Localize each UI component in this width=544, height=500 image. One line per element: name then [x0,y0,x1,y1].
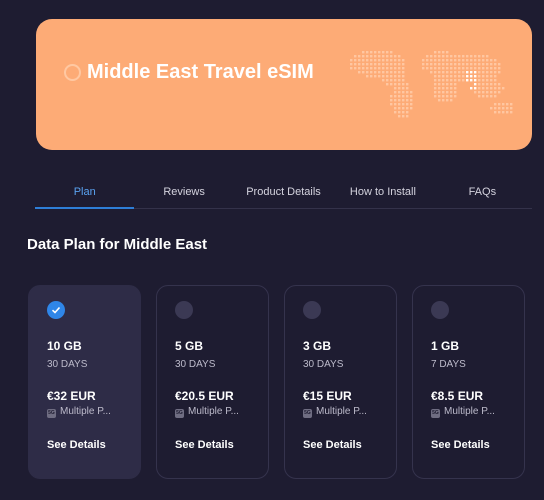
5g-icon: 5G [431,409,440,418]
plan-card-1gb[interactable]: 1 GB 7 DAYS €8.5 EUR 5G Multiple P... See… [412,285,525,479]
5g-icon: 5G [47,409,56,418]
see-details-link[interactable]: See Details [303,439,362,451]
plan-data: 5 GB [175,339,204,353]
check-icon [51,306,61,314]
tab-faqs[interactable]: FAQs [433,178,532,208]
plan-price: €8.5 EUR [431,389,484,403]
plan-network: 5G Multiple P... [47,406,111,418]
plan-card-5gb[interactable]: 5 GB 30 DAYS €20.5 EUR 5G Multiple P... S… [156,285,269,479]
5g-icon: 5G [175,409,184,418]
plan-price: €20.5 EUR [175,389,234,403]
plan-network-label: Multiple P... [316,406,367,417]
plan-days: 30 DAYS [303,359,344,370]
see-details-link[interactable]: See Details [47,439,106,451]
see-details-link[interactable]: See Details [175,439,234,451]
5g-icon: 5G [303,409,312,418]
radio-unselected[interactable] [431,301,449,319]
radio-unselected[interactable] [175,301,193,319]
hero-title: Middle East Travel eSIM [64,59,324,86]
plan-network: 5G Multiple P... [303,406,367,418]
radio-unselected[interactable] [303,301,321,319]
plan-card-3gb[interactable]: 3 GB 30 DAYS €15 EUR 5G Multiple P... See… [284,285,397,479]
plan-card-10gb[interactable]: 10 GB 30 DAYS €32 EUR 5G Multiple P... Se… [28,285,141,479]
plan-days: 30 DAYS [47,359,88,370]
ring-icon [64,64,81,81]
plan-days: 7 DAYS [431,359,466,370]
hero-banner: Middle East Travel eSIM [36,19,532,150]
tab-reviews[interactable]: Reviews [134,178,233,208]
tab-product-details[interactable]: Product Details [234,178,333,208]
tab-bar: Plan Reviews Product Details How to Inst… [35,178,532,209]
plan-data: 1 GB [431,339,460,353]
plan-data: 10 GB [47,339,82,353]
plan-days: 30 DAYS [175,359,216,370]
plan-price: €32 EUR [47,389,96,403]
world-map-icon [346,37,521,137]
tab-plan[interactable]: Plan [35,178,135,209]
plan-network: 5G Multiple P... [431,406,495,418]
hero-title-text: Middle East Travel eSIM [87,61,314,83]
plan-network-label: Multiple P... [444,406,495,417]
plan-network-label: Multiple P... [188,406,239,417]
plan-data: 3 GB [303,339,332,353]
see-details-link[interactable]: See Details [431,439,490,451]
plan-network: 5G Multiple P... [175,406,239,418]
plan-network-label: Multiple P... [60,406,111,417]
radio-selected[interactable] [47,301,65,319]
plan-price: €15 EUR [303,389,352,403]
tab-how-to-install[interactable]: How to Install [333,178,432,208]
section-title: Data Plan for Middle East [27,236,208,253]
